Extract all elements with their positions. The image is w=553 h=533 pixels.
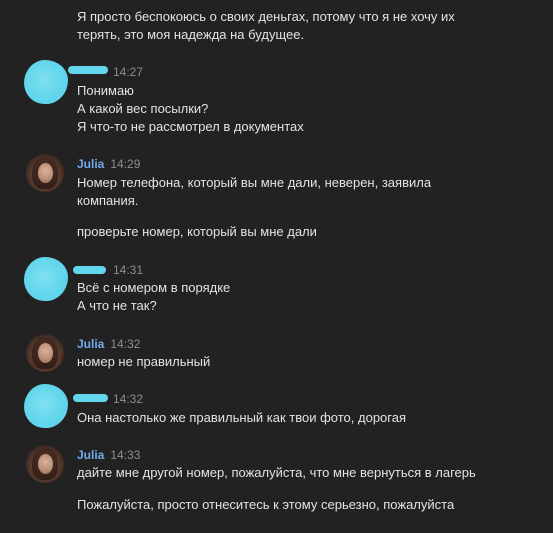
message-text-line: Номер телефона, который вы мне дали, нев… (77, 175, 432, 190)
message-text-line: Всё с номером в порядке (77, 280, 231, 295)
redacted-username (68, 66, 108, 74)
message-header: Julia 14:32 (77, 336, 140, 352)
message-body: проверьте номер, который вы мне дали (77, 223, 517, 241)
message-body: Она настолько же правильный как твои фот… (77, 409, 517, 427)
message-time: 14:33 (110, 448, 141, 462)
message-text-line: терять, это моя надежда на будущее. (77, 27, 305, 42)
message-time: 14:27 (113, 65, 144, 79)
message-header: Julia 14:29 (77, 156, 140, 172)
message-text-line: А что не так? (77, 298, 157, 313)
message-text-line: Я просто беспокоюсь о своих деньгах, пот… (77, 9, 455, 24)
message-author[interactable]: Julia (77, 448, 104, 462)
message-header: Julia 14:33 (77, 447, 140, 463)
message-time: 14:31 (113, 263, 144, 277)
user-avatar-redacted[interactable] (24, 257, 68, 301)
message-author[interactable]: Julia (77, 157, 104, 171)
message-body: Пожалуйста, просто отнеситесь к этому се… (77, 496, 517, 514)
chat-history: Я просто беспокоюсь о своих деньгах, пот… (0, 0, 553, 533)
message-text-line: Она настолько же правильный как твои фот… (77, 410, 407, 425)
avatar-face-shape (38, 163, 53, 183)
message-body: Понимаю А какой вес посылки? Я что-то не… (77, 82, 517, 136)
message-body: номер не правильный (77, 353, 517, 371)
user-avatar-redacted[interactable] (24, 60, 68, 104)
message-text-line: А какой вес посылки? (77, 101, 209, 116)
message-text-line: дайте мне другой номер, пожалуйста, что … (77, 465, 476, 480)
message-body: Номер телефона, который вы мне дали, нев… (77, 174, 517, 210)
message-text-line: Понимаю (77, 83, 134, 98)
message-continuation: Я просто беспокоюсь о своих деньгах, пот… (77, 8, 517, 44)
message-text-line: проверьте номер, который вы мне дали (77, 224, 317, 239)
message-text-line: номер не правильный (77, 354, 211, 369)
message-text-line: компания. (77, 193, 139, 208)
message-time: 14:32 (110, 337, 141, 351)
message-text-line: Я что-то не рассмотрел в документах (77, 119, 304, 134)
message-author[interactable]: Julia (77, 337, 104, 351)
avatar-face-shape (38, 454, 53, 474)
message-header: 14:31 (113, 262, 143, 278)
message-header: 14:27 (113, 64, 143, 80)
julia-avatar[interactable] (26, 445, 64, 483)
user-avatar-redacted[interactable] (24, 384, 68, 428)
julia-avatar[interactable] (26, 334, 64, 372)
redacted-username (73, 266, 106, 274)
message-body: Всё с номером в порядке А что не так? (77, 279, 517, 315)
redacted-username (73, 394, 108, 402)
message-body: дайте мне другой номер, пожалуйста, что … (77, 464, 517, 482)
message-time: 14:32 (113, 392, 144, 406)
avatar-face-shape (38, 343, 53, 363)
message-header: 14:32 (113, 391, 143, 407)
message-time: 14:29 (110, 157, 141, 171)
julia-avatar[interactable] (26, 154, 64, 192)
message-text-line: Пожалуйста, просто отнеситесь к этому се… (77, 497, 455, 512)
